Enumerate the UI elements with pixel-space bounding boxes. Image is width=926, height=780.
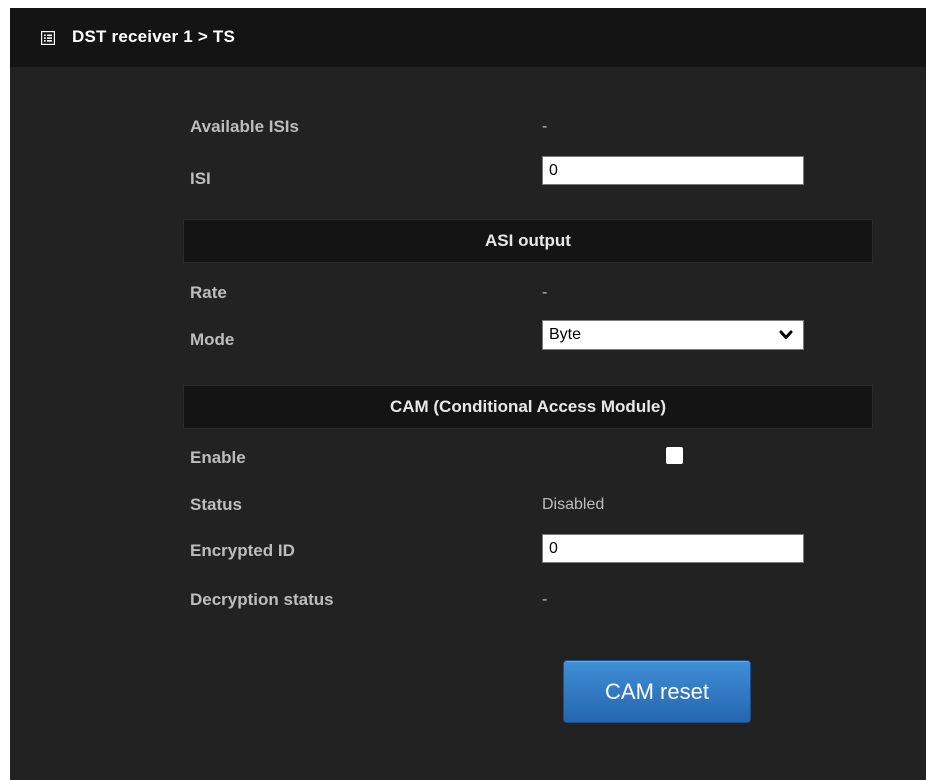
cam-section-header: CAM (Conditional Access Module) xyxy=(183,385,873,429)
asi-output-section-title: ASI output xyxy=(485,231,571,250)
panel-header: DST receiver 1 > TS xyxy=(10,8,926,67)
enable-label: Enable xyxy=(190,448,246,467)
mode-select[interactable]: Byte xyxy=(542,320,804,350)
list-icon xyxy=(41,31,55,45)
isi-label: ISI xyxy=(190,169,211,188)
decryption-status-label: Decryption status xyxy=(190,590,334,609)
rate-label: Rate xyxy=(190,283,227,302)
cam-reset-label: CAM reset xyxy=(605,678,709,704)
enable-checkbox[interactable] xyxy=(666,447,683,464)
cam-reset-button[interactable]: CAM reset xyxy=(563,660,751,723)
asi-output-section-header: ASI output xyxy=(183,219,873,263)
encrypted-id-input[interactable] xyxy=(542,534,804,563)
status-value: Disabled xyxy=(542,496,605,513)
chevron-down-icon xyxy=(779,330,793,339)
page-title: DST receiver 1 > TS xyxy=(72,27,236,46)
ts-panel: DST receiver 1 > TS Available ISIs - ISI… xyxy=(10,8,926,780)
mode-select-value: Byte xyxy=(549,326,582,343)
status-label: Status xyxy=(190,495,242,514)
isi-input[interactable] xyxy=(542,156,804,185)
rate-value: - xyxy=(542,284,548,301)
cam-section-title: CAM (Conditional Access Module) xyxy=(389,397,667,416)
available-isis-value: - xyxy=(542,118,548,135)
decryption-status-value: - xyxy=(542,591,548,608)
encrypted-id-label: Encrypted ID xyxy=(190,541,295,560)
available-isis-label: Available ISIs xyxy=(190,117,299,136)
mode-label: Mode xyxy=(190,330,235,349)
